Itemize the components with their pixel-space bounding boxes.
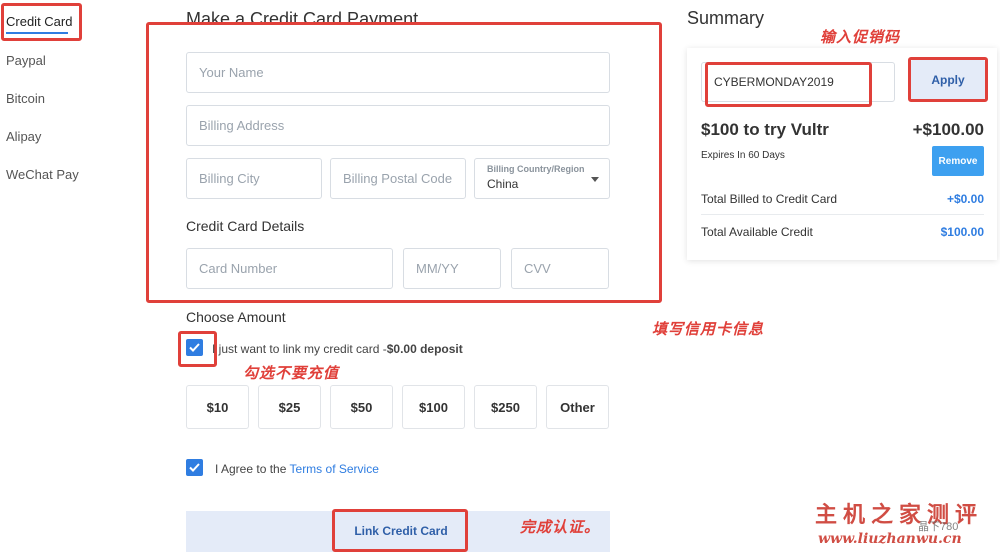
remove-button[interactable]: Remove	[932, 146, 984, 176]
annotation-card-info: 填写信用卡信息	[652, 320, 765, 338]
billing-postal-input[interactable]: Billing Postal Code	[330, 158, 466, 199]
billing-country-select[interactable]: Billing Country/Region China	[474, 158, 610, 199]
billing-address-input[interactable]: Billing Address	[186, 105, 610, 146]
amount-100-button[interactable]: $100	[402, 385, 465, 429]
total-credit-value: $100.00	[940, 225, 984, 239]
annotation-box-promo	[705, 62, 872, 107]
total-billed-value: +$0.00	[946, 192, 984, 206]
sidebar-item-alipay[interactable]: Alipay	[6, 129, 41, 144]
sidebar-item-paypal[interactable]: Paypal	[6, 53, 46, 68]
choose-amount-title: Choose Amount	[186, 309, 286, 325]
annotation-promo: 输入促销码	[820, 28, 901, 46]
your-name-input[interactable]: Your Name	[186, 52, 610, 93]
promo-expires: Expires In 60 Days	[701, 150, 785, 161]
agree-terms-label: I Agree to the Terms of Service	[215, 462, 379, 476]
summary-title: Summary	[687, 8, 765, 28]
card-number-input[interactable]: Card Number	[186, 248, 393, 289]
summary-divider	[701, 214, 984, 215]
amount-25-button[interactable]: $25	[258, 385, 321, 429]
link-only-text: I just want to link my credit card -	[212, 342, 387, 356]
promo-amount: +$100.00	[912, 120, 984, 139]
chevron-down-icon	[591, 177, 599, 182]
amount-other-button[interactable]: Other	[546, 385, 609, 429]
annotation-done: 完成认证。	[520, 518, 601, 536]
annotation-box-link-button	[332, 509, 468, 552]
cvv-input[interactable]: CVV	[511, 248, 609, 289]
country-select-label: Billing Country/Region	[487, 164, 585, 174]
card-details-title: Credit Card Details	[186, 218, 305, 234]
amount-50-button[interactable]: $50	[330, 385, 393, 429]
total-billed-label: Total Billed to Credit Card	[701, 192, 838, 206]
amount-10-button[interactable]: $10	[186, 385, 249, 429]
watermark-url: www.liuzhanwu.cn	[818, 531, 962, 547]
expiry-input[interactable]: MM/YY	[403, 248, 501, 289]
billing-city-input[interactable]: Billing City	[186, 158, 322, 199]
promo-name: $100 to try Vultr	[701, 120, 829, 139]
link-only-label: I just want to link my credit card -$0.0…	[212, 342, 463, 356]
amount-250-button[interactable]: $250	[474, 385, 537, 429]
deposit-text: $0.00 deposit	[386, 342, 463, 356]
agree-text: I Agree to the	[215, 462, 290, 476]
annotation-box-apply	[908, 57, 988, 102]
total-credit-label: Total Available Credit	[701, 225, 813, 239]
terms-of-service-link[interactable]: Terms of Service	[290, 462, 379, 476]
agree-terms-checkbox[interactable]	[186, 459, 203, 476]
sidebar-item-wechat-pay[interactable]: WeChat Pay	[6, 167, 79, 182]
annotation-box-sidebar	[1, 3, 82, 41]
annotation-no-recharge: 勾选不要充值	[243, 364, 340, 382]
sidebar-item-bitcoin[interactable]: Bitcoin	[6, 91, 45, 106]
